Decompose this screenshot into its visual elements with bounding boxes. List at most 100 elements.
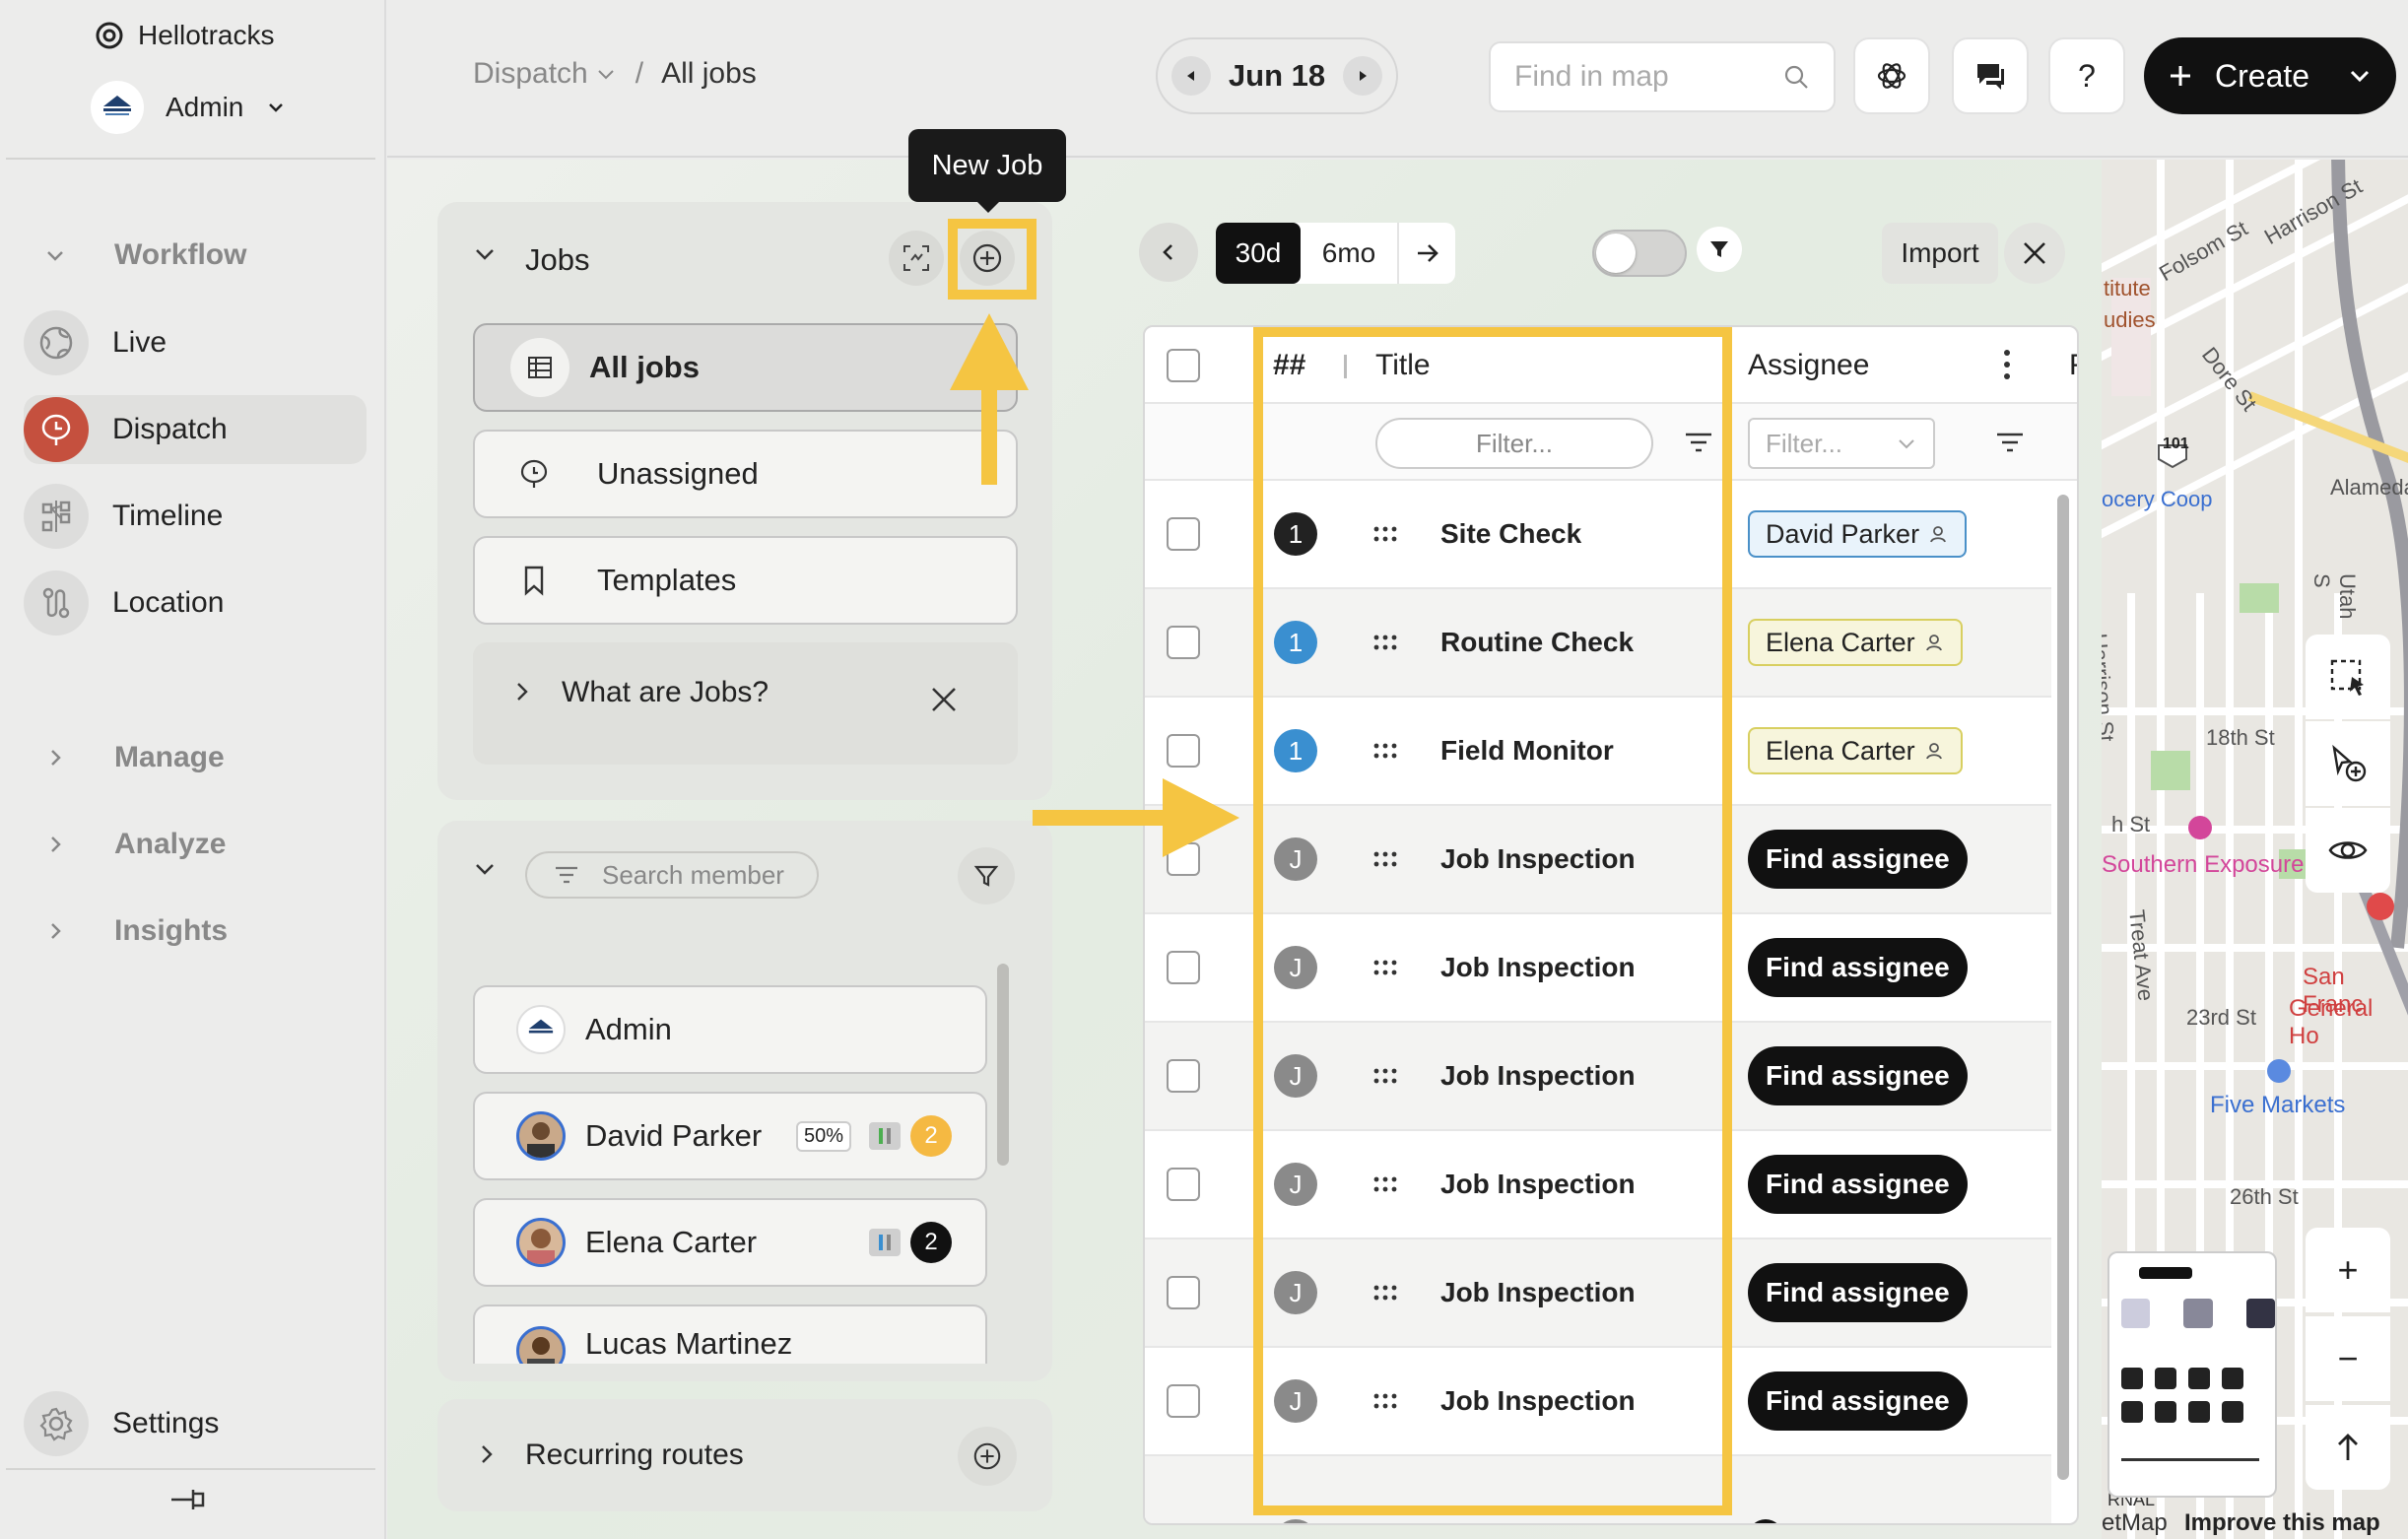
add-route-button[interactable] bbox=[958, 1427, 1017, 1486]
find-assignee-button[interactable]: Find assignee bbox=[1748, 938, 1968, 997]
member-row[interactable]: Elena Carter 2 bbox=[473, 1198, 987, 1287]
area-select-button[interactable] bbox=[2306, 635, 2390, 719]
range-selector: 30d 6mo bbox=[1216, 223, 1455, 284]
section-manage[interactable]: Manage bbox=[39, 741, 225, 774]
close-icon[interactable] bbox=[928, 684, 960, 715]
current-date[interactable]: Jun 18 bbox=[1229, 58, 1325, 94]
help-button[interactable]: ? bbox=[2048, 37, 2125, 114]
tooltip-label: New Job bbox=[931, 149, 1043, 181]
marquee-select-icon bbox=[2330, 659, 2364, 696]
templates-button[interactable]: Templates bbox=[473, 536, 1018, 625]
table-scrollbar[interactable] bbox=[2057, 495, 2069, 1480]
search-member-input[interactable]: Search member bbox=[525, 851, 819, 899]
sidebar-item-live[interactable]: Live bbox=[24, 308, 367, 377]
table-filter-button[interactable] bbox=[1697, 227, 1742, 272]
find-assignee-button[interactable]: Find assignee bbox=[1748, 1046, 1968, 1105]
prev-range-button[interactable] bbox=[1139, 223, 1198, 282]
zoom-out-button[interactable]: − bbox=[2306, 1316, 2390, 1401]
row-checkbox[interactable] bbox=[1167, 734, 1200, 768]
next-range-button[interactable] bbox=[1397, 223, 1455, 284]
member-row[interactable]: David Parker 50% 2 bbox=[473, 1092, 987, 1180]
column-header-assignee[interactable]: Assignee bbox=[1748, 349, 1869, 382]
zoom-in-button[interactable]: + bbox=[2306, 1228, 2390, 1312]
jobs-collapse-button[interactable] bbox=[471, 240, 499, 268]
assignee-filter-select[interactable]: Filter... bbox=[1748, 418, 1935, 469]
find-in-map-input[interactable]: Find in map bbox=[1489, 41, 1836, 112]
find-assignee-button[interactable] bbox=[1748, 1519, 1783, 1523]
chevron-down-icon[interactable] bbox=[594, 62, 618, 86]
range-6mo[interactable]: 6mo bbox=[1301, 223, 1397, 284]
sidebar-item-location[interactable]: Location bbox=[24, 569, 367, 637]
map-label: titute bbox=[2104, 276, 2151, 301]
caret-left-icon bbox=[1187, 71, 1194, 81]
what-are-jobs-label: What are Jobs? bbox=[562, 676, 769, 708]
member-row[interactable]: Lucas Martinez bbox=[473, 1305, 987, 1364]
row-checkbox[interactable] bbox=[1167, 1276, 1200, 1309]
assignee-chip[interactable]: David Parker bbox=[1748, 510, 1968, 558]
row-checkbox[interactable] bbox=[1167, 626, 1200, 659]
what-are-jobs-card[interactable]: What are Jobs? bbox=[473, 642, 1018, 765]
chevron-right-icon bbox=[517, 683, 528, 701]
all-jobs-button[interactable]: All jobs bbox=[473, 323, 1018, 412]
scan-jobs-button[interactable] bbox=[889, 231, 944, 286]
select-all-checkbox[interactable] bbox=[1167, 349, 1200, 382]
recurring-routes-title: Recurring routes bbox=[525, 1439, 744, 1471]
breadcrumb-dispatch[interactable]: Dispatch bbox=[473, 57, 588, 91]
member-filter-button[interactable] bbox=[958, 847, 1015, 904]
find-assignee-button[interactable]: Find assignee bbox=[1748, 830, 1968, 889]
chevron-right-icon bbox=[51, 836, 61, 852]
recurring-routes-panel[interactable]: Recurring routes bbox=[437, 1399, 1052, 1511]
section-analyze[interactable]: Analyze bbox=[39, 828, 226, 861]
section-workflow[interactable]: Workflow bbox=[39, 238, 246, 272]
import-button[interactable]: Import bbox=[1882, 223, 1998, 284]
section-manage-label: Manage bbox=[114, 741, 225, 773]
section-insights[interactable]: Insights bbox=[39, 914, 228, 948]
all-jobs-label: All jobs bbox=[589, 350, 700, 384]
row-checkbox[interactable] bbox=[1167, 951, 1200, 984]
find-assignee-button[interactable]: Find assignee bbox=[1748, 1155, 1968, 1214]
assignee-chip[interactable]: Elena Carter bbox=[1748, 619, 1963, 666]
account-switcher[interactable]: Admin bbox=[91, 81, 287, 134]
sidebar-item-settings[interactable]: Settings bbox=[24, 1389, 367, 1458]
assignee-chip[interactable]: Elena Carter bbox=[1748, 727, 1963, 774]
improve-map-link[interactable]: Improve this map bbox=[2184, 1509, 2380, 1537]
next-day-button[interactable] bbox=[1343, 56, 1382, 96]
chat-button[interactable] bbox=[1952, 37, 2029, 114]
row-checkbox[interactable] bbox=[1167, 1168, 1200, 1201]
row-checkbox[interactable] bbox=[1167, 517, 1200, 551]
title-column-highlight-box bbox=[1253, 327, 1732, 1515]
create-button[interactable]: Create bbox=[2144, 37, 2396, 114]
row-checkbox[interactable] bbox=[1167, 1059, 1200, 1093]
timeline-icon bbox=[24, 484, 89, 549]
unassigned-button[interactable]: Unassigned bbox=[473, 430, 1018, 518]
map-layers-card[interactable] bbox=[2107, 1251, 2277, 1498]
column-menu-icon[interactable] bbox=[2000, 347, 2014, 382]
toggle-switch[interactable] bbox=[1592, 230, 1687, 277]
pin-sidebar-button[interactable] bbox=[166, 1484, 209, 1515]
sidebar-item-timeline[interactable]: Timeline bbox=[24, 482, 367, 551]
row-checkbox[interactable] bbox=[1167, 1384, 1200, 1418]
close-table-button[interactable] bbox=[2004, 223, 2065, 284]
visibility-button[interactable] bbox=[2306, 808, 2390, 893]
templates-label: Templates bbox=[597, 563, 737, 597]
range-30d[interactable]: 30d bbox=[1216, 223, 1301, 284]
members-collapse-button[interactable] bbox=[471, 855, 499, 883]
members-scrollbar[interactable] bbox=[997, 964, 1009, 1166]
find-assignee-button[interactable]: Find assignee bbox=[1748, 1263, 1968, 1322]
ai-assistant-button[interactable] bbox=[1853, 37, 1930, 114]
filter-lines-icon[interactable] bbox=[1994, 430, 2026, 457]
prev-day-button[interactable] bbox=[1171, 56, 1211, 96]
bookmark-icon bbox=[504, 551, 564, 610]
find-assignee-button[interactable]: Find assignee bbox=[1748, 1372, 1968, 1431]
arrow-up-icon bbox=[2338, 1434, 2358, 1460]
plus-icon bbox=[2171, 66, 2190, 86]
add-waypoint-button[interactable] bbox=[2306, 721, 2390, 806]
brand[interactable]: Hellotracks bbox=[95, 20, 274, 51]
sidebar-item-dispatch[interactable]: Dispatch bbox=[24, 395, 367, 464]
map-label: 18th St bbox=[2206, 725, 2275, 750]
reset-bearing-button[interactable] bbox=[2306, 1405, 2390, 1490]
member-row[interactable]: Admin bbox=[473, 985, 987, 1074]
pin-icon bbox=[171, 1490, 205, 1509]
map-attribution: etMap bbox=[2102, 1509, 2168, 1536]
dispatch-icon bbox=[24, 397, 89, 462]
